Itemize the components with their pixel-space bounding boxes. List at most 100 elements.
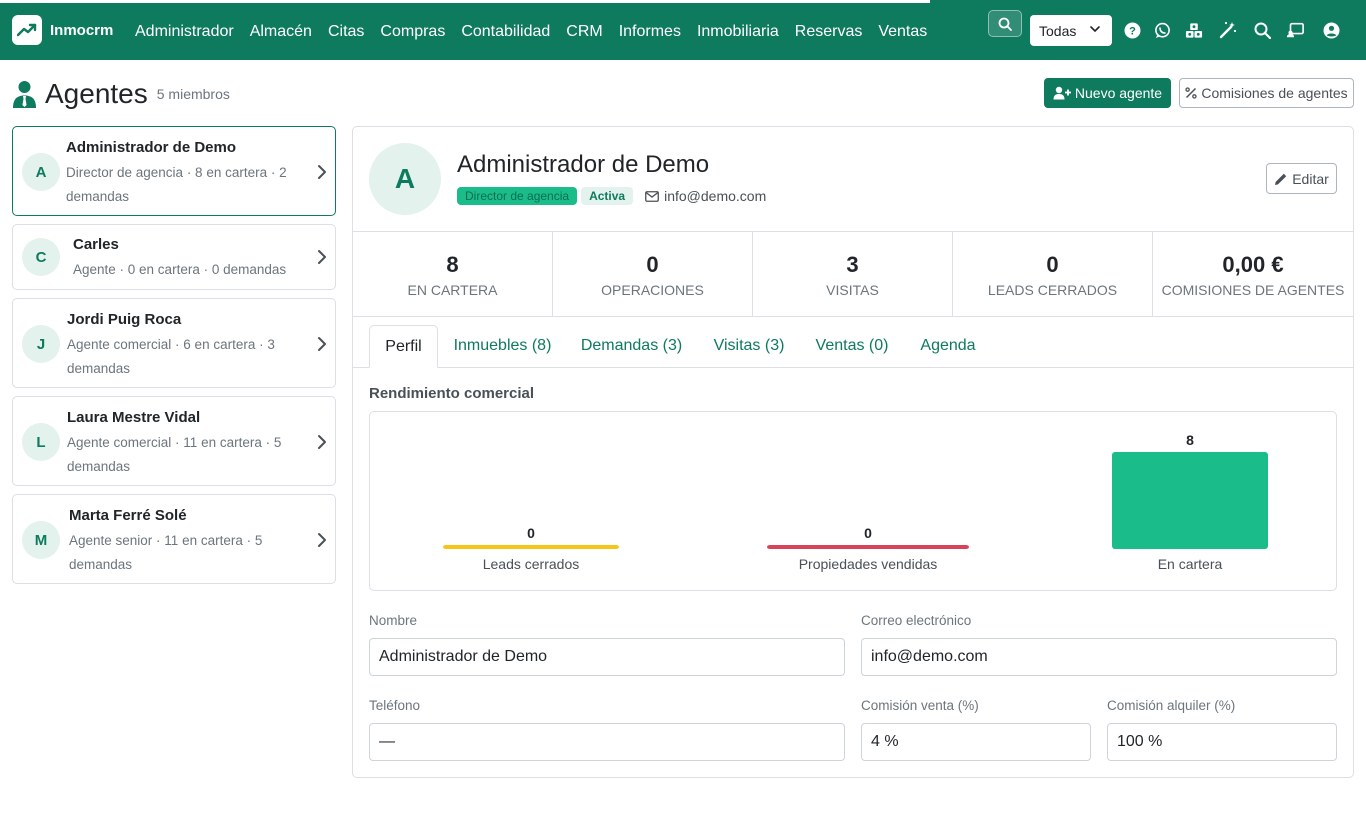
tab-inmuebles[interactable]: Inmuebles (8) xyxy=(446,325,559,367)
stat-portfolio: 8 EN CARTERA xyxy=(353,232,553,316)
agent-detail-name: Administrador de Demo xyxy=(457,151,710,178)
name-field[interactable]: Administrador de Demo xyxy=(369,638,845,676)
agent-card[interactable]: A Administrador de Demo Director de agen… xyxy=(12,126,336,216)
avatar: A xyxy=(22,153,60,191)
nav-item-citas[interactable]: Citas xyxy=(320,20,372,44)
agent-summary: Agente comercial · 11 en cartera · 5 dem… xyxy=(67,435,282,474)
help-icon[interactable]: ? xyxy=(1123,21,1141,39)
nav-item-informes[interactable]: Informes xyxy=(611,20,689,44)
percent-icon xyxy=(1185,87,1197,99)
chevron-right-icon xyxy=(318,435,326,449)
agent-summary: Agente · 0 en cartera · 0 demandas xyxy=(73,262,287,277)
stat-value: 0,00 € xyxy=(1222,252,1284,277)
agent-summary: Agente comercial · 6 en cartera · 3 dema… xyxy=(67,337,275,376)
email-field[interactable]: info@demo.com xyxy=(861,638,1337,676)
stat-label: OPERACIONES xyxy=(601,282,704,298)
sale-commission-field[interactable]: 4 % xyxy=(861,723,1091,761)
stat-visits: 3 VISITAS xyxy=(753,232,953,316)
chart-category-label: Propiedades vendidas xyxy=(799,556,938,572)
main-nav: Administrador Almacén Citas Compras Cont… xyxy=(127,20,935,44)
phone-label: Teléfono xyxy=(369,698,421,713)
whatsapp-icon[interactable] xyxy=(1153,21,1171,39)
edit-label: Editar xyxy=(1292,170,1329,187)
global-search-button[interactable] xyxy=(988,10,1022,37)
edit-button[interactable]: Editar xyxy=(1266,163,1337,194)
tab-demandas[interactable]: Demandas (3) xyxy=(575,325,688,367)
agent-card[interactable]: M Marta Ferré Solé Agente senior · 11 en… xyxy=(12,494,336,584)
new-agent-button[interactable]: Nuevo agente xyxy=(1044,78,1171,108)
agent-card[interactable]: J Jordi Puig Roca Agente comercial · 6 e… xyxy=(12,298,336,388)
rent-commission-field[interactable]: 100 % xyxy=(1107,723,1337,761)
status-badge: Activa xyxy=(581,187,634,205)
chart-value-label: 8 xyxy=(1186,432,1194,448)
tab-perfil[interactable]: Perfil xyxy=(369,325,438,368)
nav-item-almacen[interactable]: Almacén xyxy=(242,20,320,44)
tab-visitas[interactable]: Visitas (3) xyxy=(705,325,793,367)
nav-item-compras[interactable]: Compras xyxy=(372,20,453,44)
scope-select[interactable]: Todas xyxy=(1030,15,1112,46)
user-icon[interactable] xyxy=(1322,21,1340,39)
rent-commission-label: Comisión alquiler (%) xyxy=(1107,698,1236,713)
performance-chart-svg: 0 Leads cerrados 0 Propiedades vendidas 8 En … xyxy=(443,432,1268,572)
stat-commissions: 0,00 € COMISIONES DE AGENTES xyxy=(1153,232,1353,316)
page-header: Agentes 5 miembros xyxy=(12,78,230,110)
agent-name: Jordi Puig Roca xyxy=(67,311,182,328)
agent-badges: Director de agencia Activa info@demo.com xyxy=(457,187,766,205)
role-badge: Director de agencia xyxy=(457,187,578,205)
agent-email-text: info@demo.com xyxy=(664,188,767,204)
chart-bar xyxy=(1112,452,1268,549)
chevron-down-icon xyxy=(1090,26,1100,32)
chart-bar xyxy=(767,545,969,549)
agent-tabs: Perfil Inmuebles (8) Demandas (3) Visita… xyxy=(353,325,1353,368)
stat-value: 0 xyxy=(646,252,659,277)
agent-card[interactable]: L Laura Mestre Vidal Agente comercial · … xyxy=(12,396,336,486)
section-title: Rendimiento comercial xyxy=(369,385,535,402)
nav-item-contabilidad[interactable]: Contabilidad xyxy=(453,20,558,44)
page-title: Agentes xyxy=(45,78,148,109)
avatar: J xyxy=(22,325,60,363)
add-user-icon xyxy=(1053,86,1071,100)
agent-commissions-button[interactable]: Comisiones de agentes xyxy=(1179,78,1354,108)
agent-summary: Director de agencia · 8 en cartera · 2 d… xyxy=(66,165,287,204)
stat-label: VISITAS xyxy=(826,282,879,298)
stat-label: LEADS CERRADOS xyxy=(987,282,1118,298)
agent-stats: 8 EN CARTERA 0 OPERACIONES 3 VISITAS 0 L… xyxy=(353,231,1353,317)
nav-item-reservas[interactable]: Reservas xyxy=(787,20,871,44)
name-label: Nombre xyxy=(369,613,418,628)
agent-card[interactable]: C Carles Agente · 0 en cartera · 0 deman… xyxy=(12,224,336,290)
user-tie-icon xyxy=(13,81,36,108)
chart-value-label: 0 xyxy=(864,525,872,541)
modules-icon[interactable] xyxy=(1185,21,1203,39)
avatar: M xyxy=(22,521,60,559)
nav-item-administrador[interactable]: Administrador xyxy=(127,20,242,44)
nav-item-inmobiliaria[interactable]: Inmobiliaria xyxy=(689,20,787,44)
brand[interactable]: Inmocrm xyxy=(12,15,113,45)
search-icon[interactable] xyxy=(1253,21,1271,39)
magic-wand-icon[interactable] xyxy=(1219,21,1237,39)
agent-email[interactable]: info@demo.com xyxy=(645,188,766,204)
phone-field[interactable]: — xyxy=(369,723,845,761)
cast-icon[interactable] xyxy=(1286,21,1304,39)
avatar: L xyxy=(22,423,60,461)
top-navbar: Inmocrm Administrador Almacén Citas Comp… xyxy=(0,0,1366,60)
chevron-right-icon xyxy=(318,337,326,351)
chevron-right-icon xyxy=(318,250,326,264)
email-label: Correo electrónico xyxy=(861,613,972,628)
sale-commission-label: Comisión venta (%) xyxy=(861,698,979,713)
chart-bar xyxy=(443,545,619,549)
tab-ventas[interactable]: Ventas (0) xyxy=(809,325,895,367)
new-agent-label: Nuevo agente xyxy=(1074,85,1163,101)
nav-item-ventas[interactable]: Ventas xyxy=(870,20,935,44)
stat-value: 8 xyxy=(446,252,459,277)
nav-item-crm[interactable]: CRM xyxy=(558,20,610,44)
scope-select-value: Todas xyxy=(1039,22,1077,39)
chart-category-label: Leads cerrados xyxy=(483,556,580,572)
stat-closed-leads: 0 LEADS CERRADOS xyxy=(953,232,1153,316)
pencil-icon xyxy=(1275,173,1287,185)
loading-progress-bar xyxy=(0,0,930,3)
chevron-right-icon xyxy=(318,533,326,547)
stat-operations: 0 OPERACIONES xyxy=(553,232,753,316)
tab-agenda[interactable]: Agenda xyxy=(911,325,985,367)
agent-name: Marta Ferré Solé xyxy=(69,507,187,524)
stat-label: EN CARTERA xyxy=(407,282,498,298)
